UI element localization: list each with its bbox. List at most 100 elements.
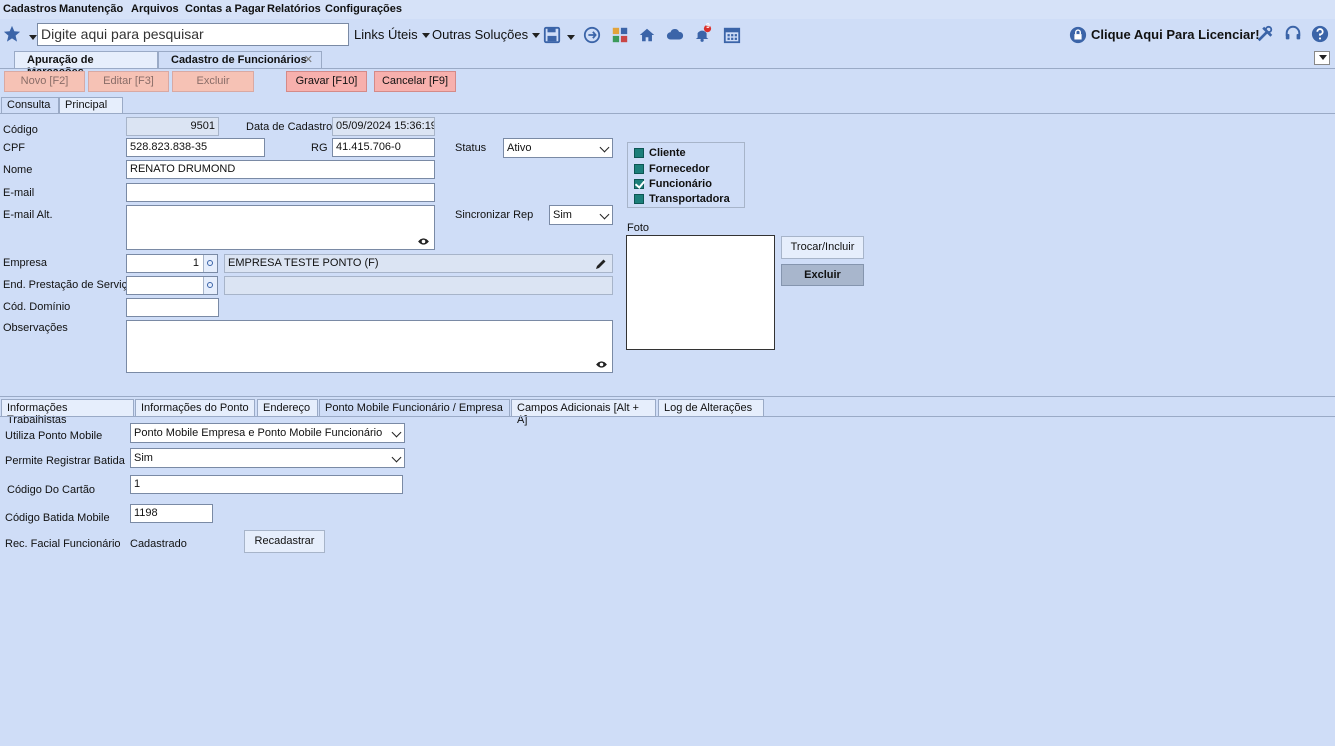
tab-informacoes-trabalhistas[interactable]: Informações Trabalhistas — [1, 399, 134, 426]
tab-cadastro-funcionarios[interactable]: Cadastro de Funcionários ✕ — [158, 51, 322, 68]
chevron-down-icon — [599, 209, 610, 220]
solutions-dropdown-icon — [532, 33, 541, 39]
email-alt-label: E-mail Alt. — [3, 209, 53, 221]
links-uteis-label: Links Úteis — [354, 27, 418, 42]
bottom-tab-divider — [0, 416, 1335, 417]
section-divider — [0, 396, 1335, 397]
links-uteis-menu[interactable]: Links Úteis — [354, 27, 430, 42]
eye-icon[interactable] — [595, 360, 608, 369]
end-prestacao-lookup-icon[interactable] — [203, 277, 217, 294]
fornecedor-checkbox-label: Fornecedor — [649, 163, 710, 175]
tab-campos-adicionais[interactable]: Campos Adicionais [Alt + A] — [511, 399, 656, 426]
tab-cadastro-label: Cadastro de Funcionários — [171, 54, 307, 66]
rg-label: RG — [311, 142, 328, 154]
favorites-star-icon[interactable] — [3, 25, 21, 43]
doc-tab-divider — [0, 68, 1335, 69]
nome-field[interactable]: RENATO DRUMOND — [126, 160, 435, 179]
checkbox-icon — [634, 194, 644, 204]
permite-registrar-value: Sim — [134, 452, 153, 464]
edit-pencil-icon[interactable] — [595, 258, 607, 270]
email-field[interactable] — [126, 183, 435, 202]
sincronizar-select[interactable]: Sim — [549, 205, 613, 225]
favorites-dropdown-icon[interactable] — [25, 31, 37, 43]
license-lock-icon[interactable] — [1069, 26, 1087, 44]
search-input[interactable]: Digite aqui para pesquisar — [37, 23, 349, 46]
cod-dominio-label: Cód. Domínio — [3, 301, 71, 313]
status-value: Ativo — [507, 142, 532, 154]
menu-configuracoes[interactable]: Configurações — [325, 3, 402, 15]
foto-label: Foto — [627, 222, 650, 234]
calendar-icon[interactable] — [723, 26, 741, 44]
chevron-down-icon — [391, 452, 402, 463]
eye-icon[interactable] — [417, 237, 430, 246]
type-checkbox-group: Cliente Fornecedor Funcionário Transport… — [627, 142, 745, 208]
help-icon[interactable] — [1311, 25, 1329, 43]
apps-grid-icon[interactable] — [611, 26, 629, 44]
observacoes-field[interactable] — [126, 320, 613, 373]
menu-relatorios[interactable]: Relatórios — [267, 3, 321, 15]
end-prestacao-field[interactable] — [126, 276, 218, 295]
checkbox-checked-icon — [634, 179, 644, 189]
cloud-icon[interactable] — [666, 26, 684, 44]
empresa-name-value: EMPRESA TESTE PONTO (F) — [228, 257, 379, 269]
utiliza-ponto-mobile-select[interactable]: Ponto Mobile Empresa e Ponto Mobile Func… — [130, 423, 405, 443]
end-prestacao-desc-field — [224, 276, 613, 295]
empresa-code-field[interactable]: 1 — [126, 254, 218, 273]
empresa-lookup-icon[interactable] — [203, 255, 217, 272]
save-icon[interactable] — [543, 26, 561, 44]
tools-icon[interactable] — [1256, 25, 1274, 43]
menu-manutencao[interactable]: Manutenção — [59, 3, 123, 15]
sub-tab-divider — [0, 113, 1335, 114]
excluir-foto-button[interactable]: Excluir — [781, 264, 864, 286]
cancel-button[interactable]: Cancelar [F9] — [374, 71, 456, 92]
edit-button[interactable]: Editar [F3] — [88, 71, 169, 92]
support-headset-icon[interactable] — [1284, 25, 1302, 43]
outras-solucoes-menu[interactable]: Outras Soluções — [432, 27, 541, 42]
recadastrar-button[interactable]: Recadastrar — [244, 530, 325, 553]
exit-icon[interactable] — [583, 26, 601, 44]
codigo-cartao-label: Código Do Cartão — [7, 484, 96, 496]
cod-dominio-field[interactable] — [126, 298, 219, 317]
license-link[interactable]: Clique Aqui Para Licenciar! — [1091, 27, 1260, 42]
cpf-label: CPF — [3, 142, 25, 154]
checkbox-icon — [634, 164, 644, 174]
save-button[interactable]: Gravar [F10] — [286, 71, 367, 92]
tab-log-alteracoes[interactable]: Log de Alterações — [658, 399, 764, 416]
photo-preview — [626, 235, 775, 350]
tab-endereco[interactable]: Endereço — [257, 399, 318, 416]
permite-registrar-label: Permite Registrar Batida — [5, 455, 125, 467]
permite-registrar-select[interactable]: Sim — [130, 448, 405, 468]
codigo-cartao-field[interactable]: 1 — [130, 475, 403, 494]
links-dropdown-icon — [421, 33, 430, 39]
new-button[interactable]: Novo [F2] — [4, 71, 85, 92]
delete-button[interactable]: Excluir — [172, 71, 254, 92]
sincronizar-label: Sincronizar Rep — [455, 209, 534, 221]
codigo-label: Código — [3, 124, 38, 136]
end-prestacao-label: End. Prestação de Serviço — [3, 279, 134, 291]
status-select[interactable]: Ativo — [503, 138, 613, 158]
cpf-field[interactable]: 528.823.838-35 — [126, 138, 265, 157]
status-label: Status — [455, 142, 487, 154]
codigo-batida-label: Código Batida Mobile — [5, 512, 110, 524]
utiliza-ponto-mobile-label: Utiliza Ponto Mobile — [5, 430, 103, 442]
tab-list-dropdown[interactable] — [1314, 51, 1330, 65]
email-alt-field[interactable] — [126, 205, 435, 250]
close-tab-icon[interactable]: ✕ — [304, 53, 313, 66]
home-icon[interactable] — [638, 26, 656, 44]
rg-field[interactable]: 41.415.706-0 — [332, 138, 435, 157]
empresa-name-field: EMPRESA TESTE PONTO (F) — [224, 254, 613, 273]
tab-ponto-mobile[interactable]: Ponto Mobile Funcionário / Empresa — [319, 399, 510, 416]
nome-label: Nome — [3, 164, 33, 176]
menu-arquivos[interactable]: Arquivos — [131, 3, 179, 15]
tab-consulta[interactable]: Consulta — [1, 97, 59, 113]
tab-informacoes-ponto[interactable]: Informações do Ponto — [135, 399, 255, 416]
tab-principal[interactable]: Principal — [59, 97, 123, 113]
sincronizar-value: Sim — [553, 209, 572, 221]
menu-cadastros[interactable]: Cadastros — [3, 3, 57, 15]
save-dropdown-icon[interactable] — [563, 31, 575, 43]
menu-contas-a-pagar[interactable]: Contas a Pagar — [185, 3, 265, 15]
tab-apuracao-marcacoes[interactable]: Apuração de Marcações — [14, 51, 158, 78]
codigo-batida-field[interactable]: 1198 — [130, 504, 213, 523]
data-cadastro-label: Data de Cadastro — [246, 121, 333, 133]
trocar-incluir-button[interactable]: Trocar/Incluir — [781, 236, 864, 259]
